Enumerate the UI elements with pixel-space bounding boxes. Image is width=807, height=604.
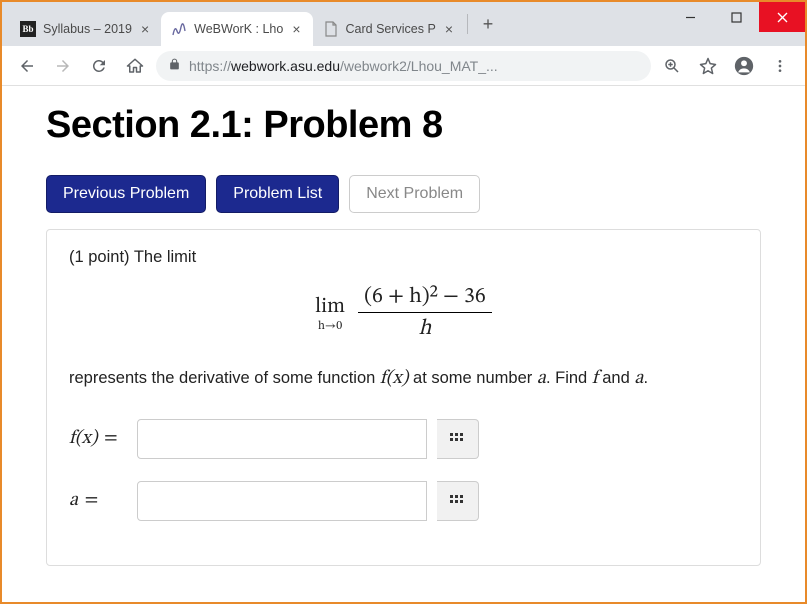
problem-description: represents the derivative of some functi… — [69, 365, 738, 393]
back-button[interactable] — [12, 51, 42, 81]
home-button[interactable] — [120, 51, 150, 81]
tab-webwork[interactable]: WeBWorK : Lho × — [161, 12, 312, 46]
webwork-icon — [171, 21, 187, 37]
bookmark-button[interactable] — [693, 51, 723, 81]
limit-expression: lim h→0 (6 + h)² − 36 h — [69, 283, 738, 343]
new-tab-button[interactable]: + — [474, 10, 502, 38]
profile-button[interactable] — [729, 51, 759, 81]
close-icon[interactable]: × — [443, 21, 455, 37]
answer-row-fx: f(x) = — [69, 419, 738, 459]
problem-body: (1 point) The limit lim h→0 (6 + h)² − 3… — [46, 229, 761, 566]
answer-label-fx: f(x) = — [69, 427, 127, 451]
answer-row-a: a = — [69, 481, 738, 521]
url-text: https://webwork.asu.edu/webwork2/Lhou_MA… — [189, 58, 498, 74]
document-icon — [323, 21, 339, 37]
maximize-button[interactable] — [713, 2, 759, 32]
page-scroll-area[interactable]: Section 2.1: Problem 8 Previous Problem … — [2, 86, 805, 602]
blackboard-icon: Bb — [20, 21, 36, 37]
tab-cardservices[interactable]: Card Services P × — [313, 12, 466, 46]
problem-nav: Previous Problem Problem List Next Probl… — [46, 175, 761, 213]
zoom-button[interactable] — [657, 51, 687, 81]
tab-strip: Bb Syllabus – 2019 × WeBWorK : Lho × Car… — [2, 2, 667, 46]
answer-input-a[interactable] — [137, 481, 427, 521]
problem-intro: (1 point) The limit — [69, 248, 738, 267]
answer-label-a: a = — [69, 489, 127, 513]
tab-title: Syllabus – 2019 — [43, 22, 132, 36]
keypad-icon — [450, 433, 466, 445]
window-controls — [667, 2, 805, 32]
titlebar: Bb Syllabus – 2019 × WeBWorK : Lho × Car… — [2, 2, 805, 46]
close-icon[interactable]: × — [290, 21, 302, 37]
keypad-button[interactable] — [437, 419, 479, 459]
tab-title: WeBWorK : Lho — [194, 22, 283, 36]
keypad-button[interactable] — [437, 481, 479, 521]
browser-toolbar: https://webwork.asu.edu/webwork2/Lhou_MA… — [2, 46, 805, 86]
tab-separator — [467, 14, 468, 34]
problem-list-button[interactable]: Problem List — [216, 175, 339, 213]
address-bar[interactable]: https://webwork.asu.edu/webwork2/Lhou_MA… — [156, 51, 651, 81]
page-title: Section 2.1: Problem 8 — [46, 104, 761, 147]
tab-title: Card Services P — [346, 22, 436, 36]
previous-problem-button[interactable]: Previous Problem — [46, 175, 206, 213]
menu-button[interactable] — [765, 51, 795, 81]
lock-icon — [168, 57, 181, 74]
forward-button[interactable] — [48, 51, 78, 81]
minimize-button[interactable] — [667, 2, 713, 32]
next-problem-button[interactable]: Next Problem — [349, 175, 480, 213]
close-icon[interactable]: × — [139, 21, 151, 37]
answer-input-fx[interactable] — [137, 419, 427, 459]
close-window-button[interactable] — [759, 2, 805, 32]
reload-button[interactable] — [84, 51, 114, 81]
tab-syllabus[interactable]: Bb Syllabus – 2019 × — [10, 12, 161, 46]
keypad-icon — [450, 495, 466, 507]
